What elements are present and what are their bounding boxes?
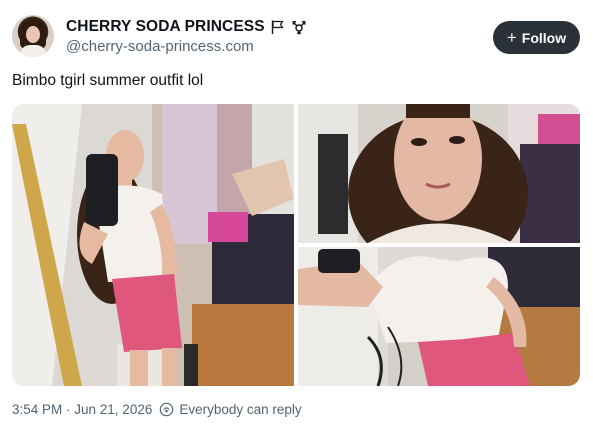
avatar-shirt [20,45,46,57]
post-image-1[interactable] [12,104,294,386]
plus-icon: + [506,28,517,47]
mirror-selfie-photo [12,104,294,386]
follow-label: Follow [521,29,567,46]
face-closeup-photo [298,104,580,243]
author-display-name[interactable]: CHERRY SODA PRINCESS [66,18,265,36]
reply-permission-label: Everybody can reply [179,402,302,417]
post-timestamp[interactable]: 3:54 PM · Jun 21, 2026 [12,402,152,417]
author-handle[interactable]: @cherry-soda-princess.com [66,38,254,55]
post-image-3[interactable] [298,247,580,386]
post-meta: 3:54 PM · Jun 21, 2026 Everybody can rep… [12,402,302,417]
reply-permission-icon [160,402,174,417]
post-image-2[interactable] [298,104,580,243]
media-grid [12,104,580,386]
follow-button[interactable]: + Follow [493,21,580,54]
transgender-symbol-icon [292,21,306,35]
post-text: Bimbo tgirl summer outfit lol [12,72,204,89]
author-avatar[interactable] [12,15,54,57]
flag-icon [271,20,284,34]
torso-selfie-photo [298,247,580,386]
social-post: CHERRY SODA PRINCESS @cherry-soda-prince… [0,0,593,433]
author-name-row: CHERRY SODA PRINCESS [66,17,307,37]
avatar-face [26,26,40,43]
